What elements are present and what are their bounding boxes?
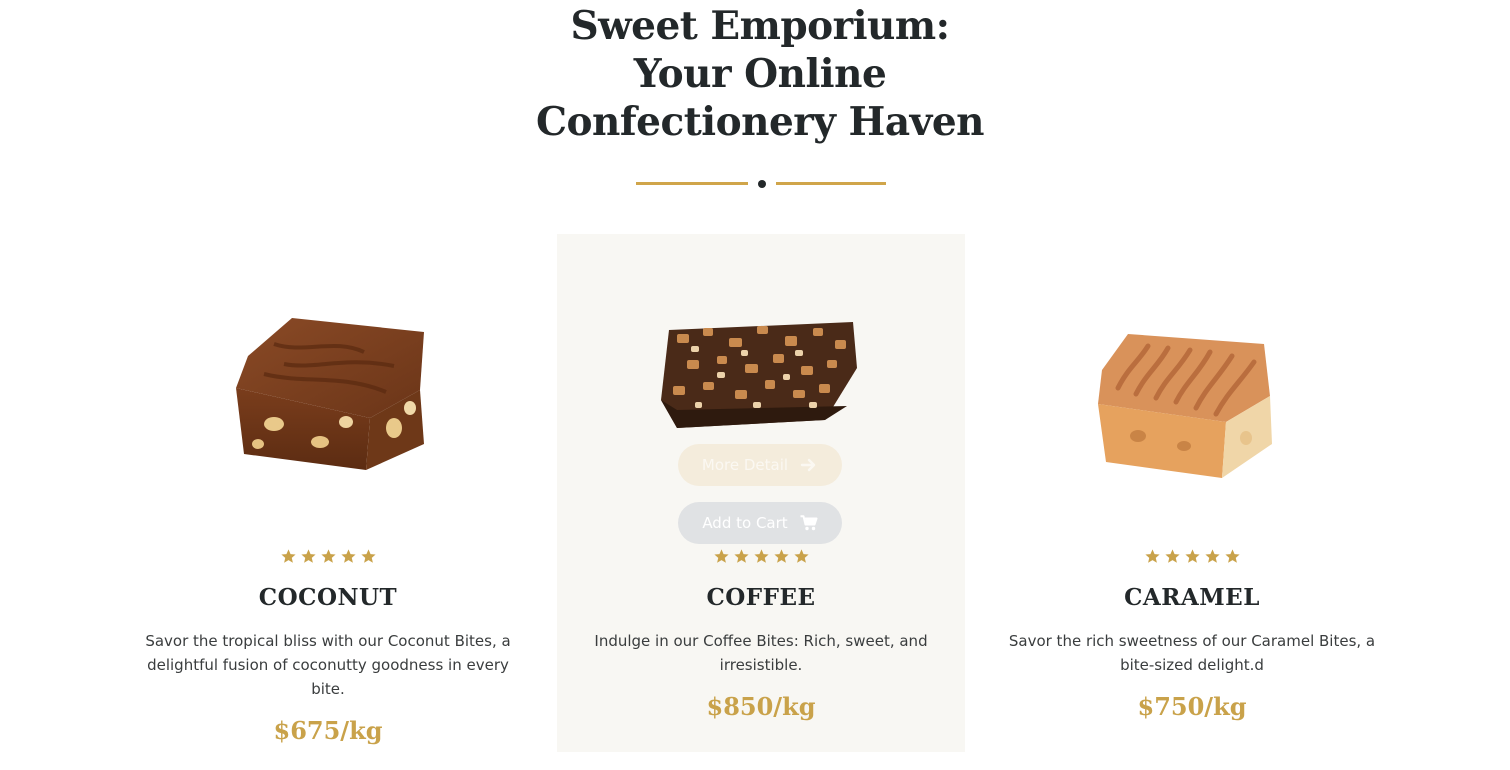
rating-stars [988,548,1396,566]
rating-stars [124,548,532,566]
product-price: $850/kg [706,692,816,721]
star-icon [713,549,729,563]
more-detail-button[interactable]: More Detail [678,444,842,486]
page-title: Sweet Emporium: Your Online Confectioner… [536,3,985,145]
more-detail-label: More Detail [701,456,789,474]
chocolate-fudge-image [236,318,424,470]
caramel-fudge-image [1098,334,1272,478]
divider-line-right [776,182,886,185]
product-price: $675/kg [273,716,383,745]
star-icon [733,549,749,563]
title-divider [636,179,886,189]
product-card-coconut[interactable]: COCONUT Savor the tropical bliss with ou… [124,234,532,752]
divider-line-left [636,182,748,185]
divider-dot [758,180,766,188]
product-description: Indulge in our Coffee Bites: Rich, sweet… [594,632,928,674]
star-icon [1204,549,1220,563]
star-icon [1184,549,1200,563]
product-price: $750/kg [1137,692,1247,721]
add-to-cart-button[interactable]: Add to Cart [678,502,842,544]
product-name[interactable]: CARAMEL [988,584,1396,611]
product-description: Savor the tropical bliss with our Coconu… [145,632,511,698]
star-icon [1144,549,1160,563]
rating-stars [557,548,965,566]
product-description: Savor the rich sweetness of our Caramel … [1008,632,1376,674]
star-icon [1224,549,1240,563]
product-card-caramel[interactable]: CARAMEL Savor the rich sweetness of our … [988,234,1396,752]
nut-brittle-image [661,322,857,428]
cart-icon [800,515,818,531]
product-name[interactable]: COFFEE [557,584,965,611]
star-icon [1164,549,1180,563]
product-name[interactable]: COCONUT [124,584,532,611]
star-icon [280,549,296,563]
arrow-right-icon [800,458,816,472]
star-icon [773,549,789,563]
star-icon [753,549,769,563]
star-icon [340,549,356,563]
star-icon [320,549,336,563]
star-icon [300,549,316,563]
product-card-coffee[interactable]: More Detail Add to Cart COFFEE Indulge i… [557,234,965,752]
star-icon [360,549,376,563]
star-icon [793,549,809,563]
add-to-cart-label: Add to Cart [702,514,788,532]
